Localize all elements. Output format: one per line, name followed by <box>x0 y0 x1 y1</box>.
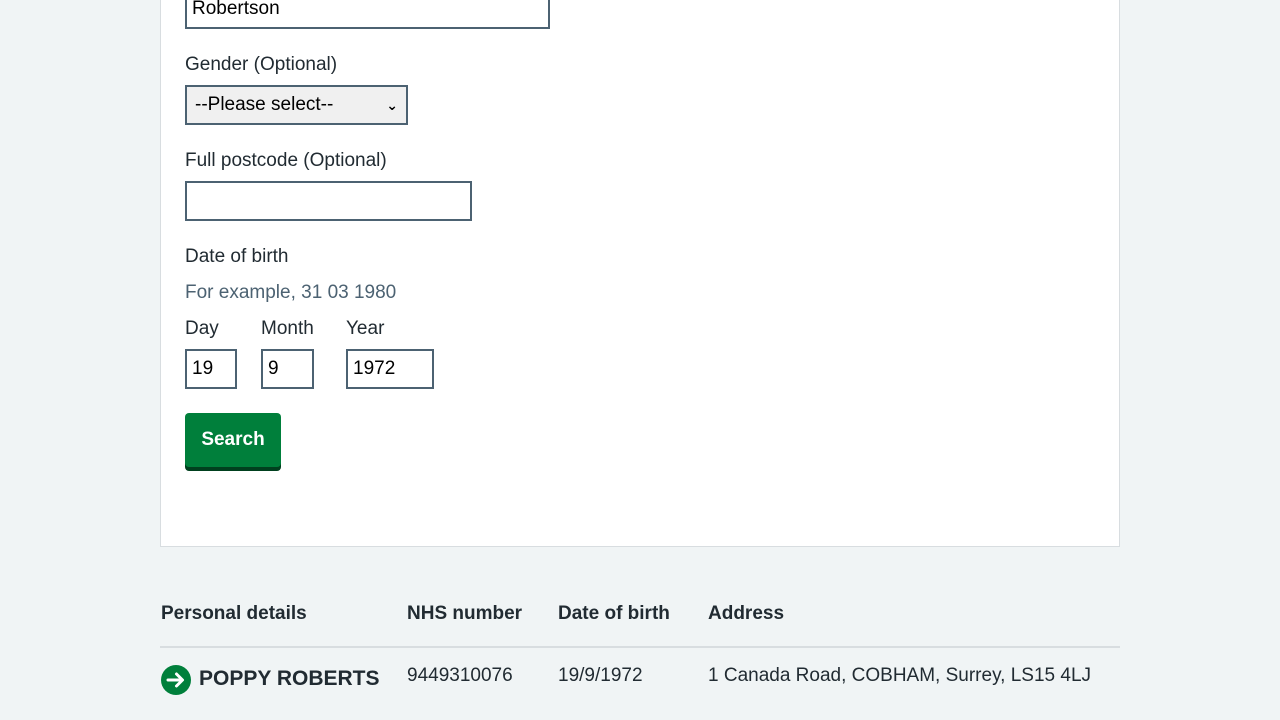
header-date-of-birth: Date of birth <box>558 603 670 624</box>
patient-address: 1 Canada Road, COBHAM, Surrey, LS15 4LJ <box>708 665 1092 686</box>
gender-select-value: --Please select-- <box>195 94 334 115</box>
header-personal-details: Personal details <box>161 603 307 624</box>
gender-label: Gender (Optional) <box>185 54 338 75</box>
search-button[interactable]: Search <box>185 413 281 467</box>
patient-dob: 19/9/1972 <box>558 665 643 686</box>
chevron-down-icon: ⌄ <box>386 96 398 113</box>
header-address: Address <box>708 603 785 624</box>
surname-input[interactable]: Robertson <box>185 0 550 29</box>
postcode-label: Full postcode (Optional) <box>185 150 387 171</box>
table-divider <box>160 646 1120 648</box>
year-input[interactable]: 1972 <box>346 349 434 389</box>
day-input[interactable]: 19 <box>185 349 237 389</box>
arrow-right-circle-icon[interactable] <box>161 665 191 695</box>
dob-hint: For example, 31 03 1980 <box>185 282 397 303</box>
search-form-panel <box>160 0 1120 547</box>
month-input[interactable]: 9 <box>261 349 314 389</box>
postcode-input[interactable] <box>185 181 472 221</box>
day-label: Day <box>185 318 219 339</box>
dob-label: Date of birth <box>185 246 289 267</box>
patient-name-link[interactable]: POPPY ROBERTS <box>199 666 380 692</box>
header-nhs-number: NHS number <box>407 603 523 624</box>
patient-nhs-number: 9449310076 <box>407 665 513 686</box>
year-label: Year <box>346 318 385 339</box>
month-label: Month <box>261 318 314 339</box>
gender-select[interactable]: --Please select-- ⌄ <box>185 85 408 125</box>
